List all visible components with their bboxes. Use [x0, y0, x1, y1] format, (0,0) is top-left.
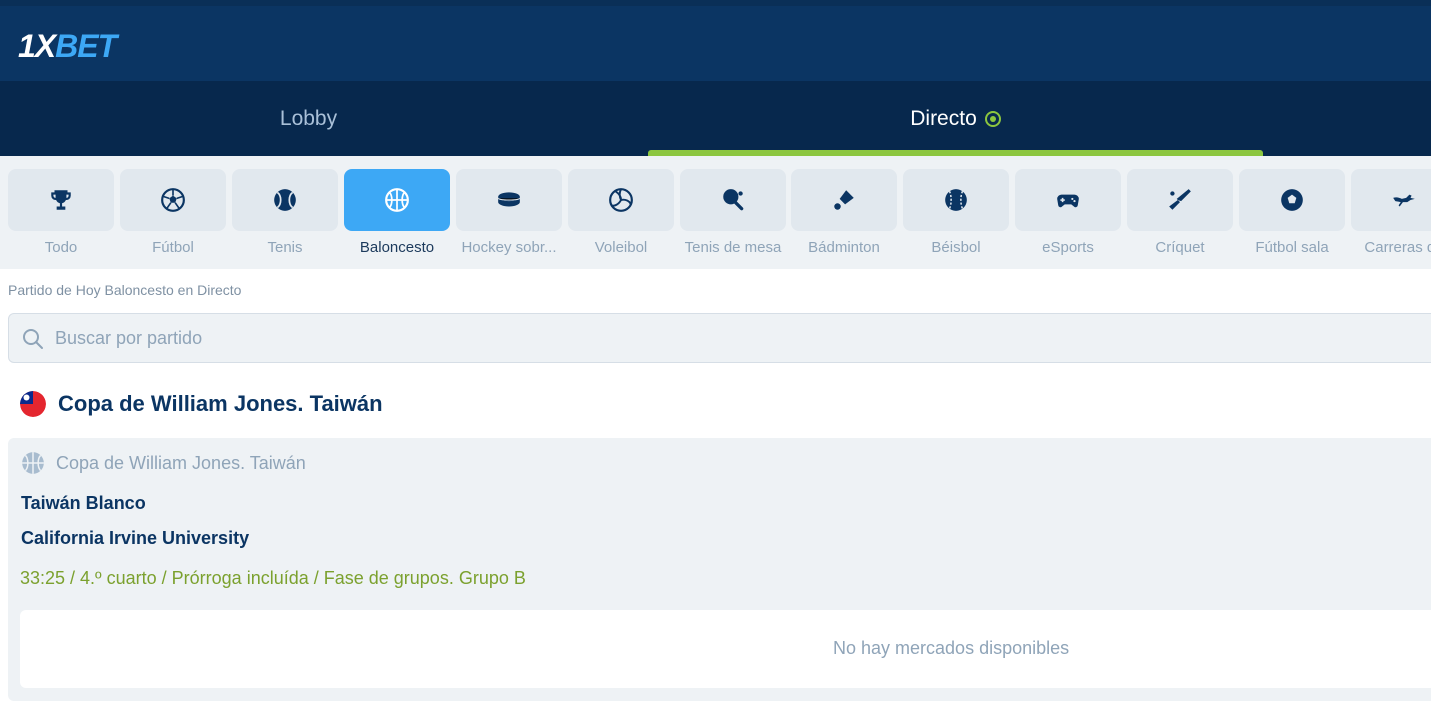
shuttlecock-icon	[834, 190, 854, 210]
basketball-icon	[22, 452, 44, 474]
markets-panel: No hay mercados disponibles	[20, 610, 1431, 688]
sport-item-carreras[interactable]: Carreras de	[1351, 169, 1431, 269]
sport-item-criquet[interactable]: Críquet	[1127, 169, 1233, 269]
event-league: Copa de William Jones. Taiwán	[20, 450, 306, 476]
sport-item-futbol-sala[interactable]: Fútbol sala	[1239, 169, 1345, 269]
search-box	[8, 313, 1431, 363]
soccer-ball-icon	[161, 188, 185, 212]
search-icon	[23, 329, 43, 349]
hockey-puck-icon	[497, 192, 521, 207]
main-content: Partido de Hoy Baloncesto en Directo Cop…	[0, 269, 1431, 716]
sport-item-beisbol[interactable]: Béisbol	[903, 169, 1009, 269]
event-card[interactable]: Copa de William Jones. Taiwán Taiwán Bla…	[8, 438, 1431, 701]
breadcrumb: Partido de Hoy Baloncesto en Directo	[8, 282, 242, 298]
futsal-ball-icon	[1281, 189, 1303, 211]
greyhound-icon	[1393, 194, 1415, 207]
match-status: 33:25 / 4.º cuarto / Prórroga incluída /…	[20, 568, 526, 588]
main-tabs: Lobby Directo	[0, 81, 1431, 156]
sport-item-badminton[interactable]: Bádminton	[791, 169, 897, 269]
sport-item-voleibol[interactable]: Voleibol	[568, 169, 674, 269]
tab-lobby[interactable]: Lobby	[0, 81, 617, 156]
tennis-ball-icon	[274, 189, 296, 211]
team-home: Taiwán Blanco	[21, 493, 146, 513]
sport-item-hockey[interactable]: Hockey sobr...	[456, 169, 562, 269]
league-title: Copa de William Jones. Taiwán	[58, 391, 383, 416]
top-header: 1XBET	[0, 0, 1431, 81]
search-input[interactable]	[55, 314, 1355, 362]
basketball-icon	[385, 188, 409, 212]
cricket-bat-icon	[1169, 189, 1191, 210]
sport-item-tenis[interactable]: Tenis	[232, 169, 338, 269]
trophy-icon	[51, 190, 71, 210]
no-markets-message: No hay mercados disponibles	[833, 638, 1070, 658]
gamepad-icon	[1057, 194, 1079, 208]
ping-pong-icon	[723, 189, 744, 211]
brand-logo[interactable]: 1XBET	[18, 28, 117, 65]
sport-item-baloncesto[interactable]: Baloncesto	[344, 169, 450, 269]
taiwan-flag-icon	[20, 391, 46, 417]
baseball-icon	[945, 189, 967, 211]
sport-item-todo[interactable]: Todo	[8, 169, 114, 269]
team-away: California Irvine University	[21, 528, 250, 548]
sport-item-futbol[interactable]: Fútbol	[120, 169, 226, 269]
volleyball-icon	[609, 188, 633, 212]
sports-category-bar: Todo Fútbol Tenis Baloncesto Hockey sobr…	[0, 156, 1431, 269]
tab-directo[interactable]: Directo	[648, 81, 1263, 156]
live-indicator-icon	[984, 110, 1001, 127]
sport-item-tenis-de-mesa[interactable]: Tenis de mesa	[680, 169, 786, 269]
league-header[interactable]: Copa de William Jones. Taiwán	[20, 391, 383, 417]
sport-item-esports[interactable]: eSports	[1015, 169, 1121, 269]
